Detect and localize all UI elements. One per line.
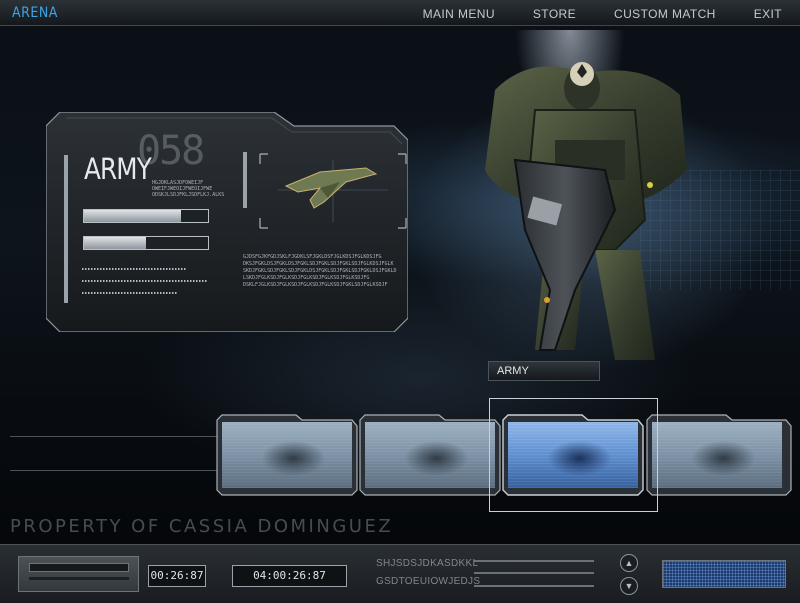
- panel-divider-left: [64, 155, 68, 303]
- panel-divider-right: [243, 152, 247, 208]
- top-bar: ARENA MAIN MENU STORE CUSTOM MATCH EXIT: [0, 0, 800, 26]
- code-line-2: GSDTOEUIOWJEDJS: [376, 576, 481, 587]
- selected-character-label: ARMY: [488, 361, 600, 381]
- main-menu: MAIN MENU STORE CUSTOM MATCH EXIT: [423, 7, 782, 21]
- status-line-2: [474, 572, 594, 574]
- dotted-line-3: [82, 292, 178, 294]
- menu-store[interactable]: STORE: [533, 7, 576, 21]
- stat-bar-1-fill: [84, 210, 181, 222]
- stat-bar-2: [83, 236, 209, 250]
- menu-custom-match[interactable]: CUSTOM MATCH: [614, 7, 716, 21]
- character-thumbnail[interactable]: [646, 414, 792, 496]
- watermark-text: PROPERTY OF CASSIA DOMINGUEZ: [10, 516, 394, 537]
- menu-main-menu[interactable]: MAIN MENU: [423, 7, 495, 21]
- chevron-down-icon[interactable]: ▼: [620, 577, 638, 595]
- timer-long: 04:00:26:87: [232, 565, 347, 587]
- thumbnail-image: [365, 422, 495, 488]
- dotted-line-1: [82, 268, 186, 270]
- progress-slot-secondary: [29, 577, 129, 580]
- chevron-up-icon[interactable]: ▲: [620, 554, 638, 572]
- character-thumbnail[interactable]: [216, 414, 358, 496]
- weapon-preview: [258, 152, 408, 230]
- thumbs-line-bottom: [10, 470, 220, 471]
- description-text: GJDSFGJKFGDJSKLFJGDKLSFJGKLDSFJGLKDSJFGL…: [243, 254, 397, 288]
- character-thumbnail[interactable]: [359, 414, 501, 496]
- selected-character-name: ARMY: [497, 365, 529, 377]
- thumbnail-image: [222, 422, 352, 488]
- panel-small-text: HGJDKLASJDFOWEIJF OWEIFJWEOIJFWEOIJFWE O…: [152, 180, 225, 198]
- status-line-1: [474, 560, 594, 562]
- character-name: ARMY: [84, 152, 152, 186]
- thumbnail-image: [652, 422, 782, 488]
- soldier-character: [485, 62, 687, 360]
- timer-short: 00:26:87: [148, 565, 206, 587]
- thumbs-line-top: [10, 436, 220, 437]
- minimap: [662, 560, 786, 588]
- status-line-3: [474, 585, 594, 587]
- progress-slot: [29, 563, 129, 572]
- weapon-icon: [259, 153, 407, 229]
- code-line-1: SHJSDSJDKASDKKL: [376, 558, 479, 569]
- stat-bar-1: [83, 209, 209, 223]
- progress-box: [18, 556, 139, 592]
- selection-box: [489, 398, 658, 512]
- app-title: ARENA: [12, 5, 58, 21]
- menu-exit[interactable]: EXIT: [754, 7, 782, 21]
- stat-bar-2-fill: [84, 237, 146, 249]
- dotted-line-2: [82, 280, 208, 282]
